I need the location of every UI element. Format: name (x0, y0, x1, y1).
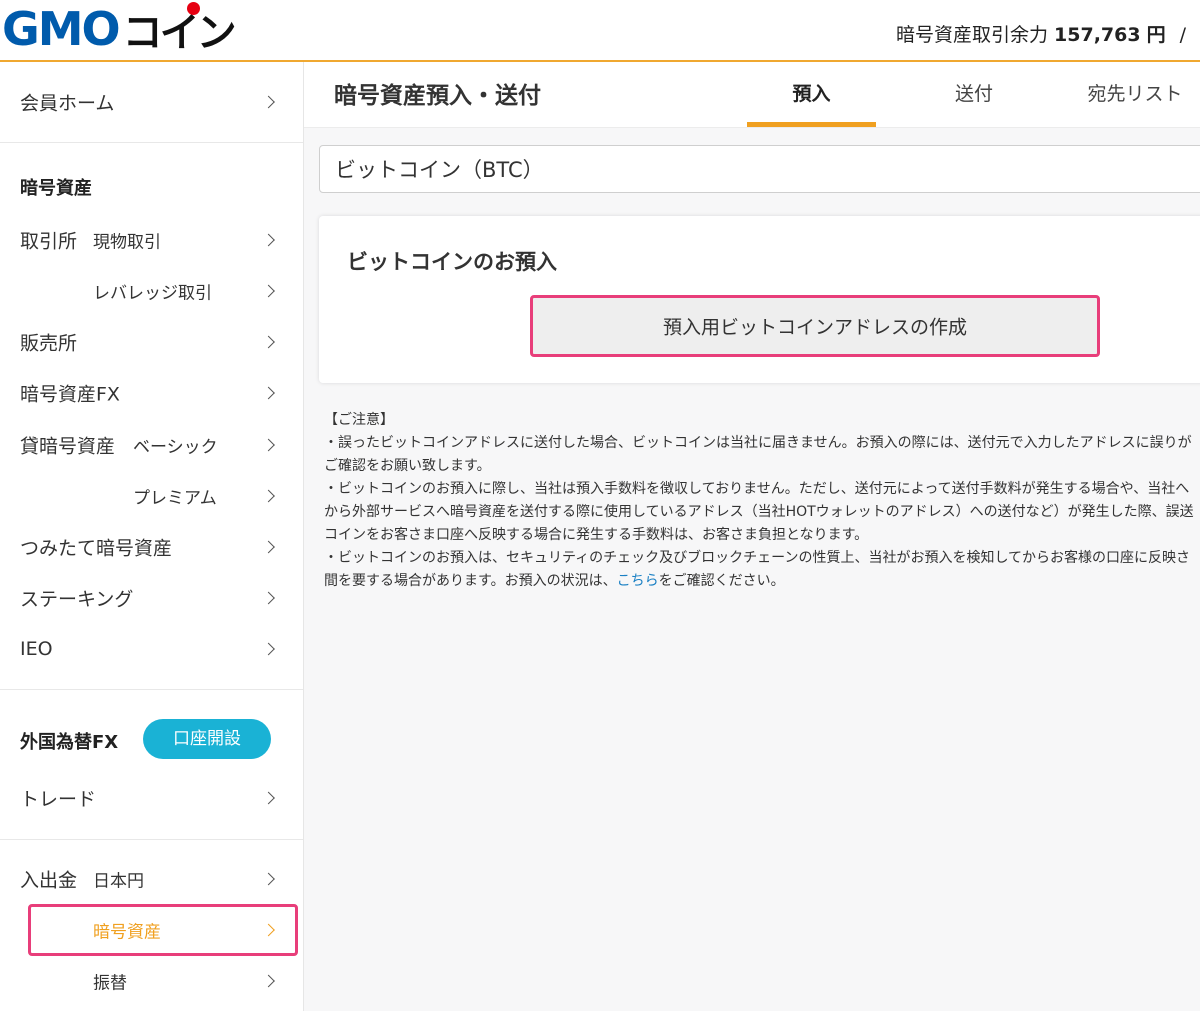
chevron-right-icon (262, 489, 275, 503)
sidebar-subitem-label: 現物取引 (93, 232, 161, 253)
sidebar-item-sales-office[interactable]: 販売所 (0, 319, 303, 365)
sidebar-item-label: 会員ホーム (20, 92, 115, 115)
notice-line: ・誤ったビットコインアドレスに送付した場合、ビットコインは当社に届きません。お預… (324, 435, 1192, 451)
deposit-status-link[interactable]: こちら (617, 573, 659, 589)
logo-red-dot-icon (186, 2, 200, 15)
chevron-right-icon (262, 438, 275, 452)
notice-line: ・ビットコインのお預入に際し、当社は預入手数料を徴収しておりません。ただし、送付… (324, 481, 1190, 497)
notice-line: から外部サービスへ暗号資産を送付する際に使用しているアドレス（当社HOTウォレッ… (324, 504, 1194, 520)
logo-coin-label: コイン (122, 10, 237, 56)
chevron-right-icon (262, 642, 275, 656)
coin-select-dropdown[interactable]: ビットコイン（BTC） (319, 145, 1200, 193)
create-deposit-address-label: 預入用ビットコインアドレスの作成 (662, 316, 967, 339)
create-deposit-address-button[interactable]: 預入用ビットコインアドレスの作成 (530, 295, 1100, 357)
section-title-forex-fx: 外国為替FX (20, 732, 119, 753)
sidebar-item-exchange-spot[interactable]: 取引所 現物取引 (0, 217, 303, 263)
active-tab-indicator (747, 122, 876, 127)
notice-heading: 【ご注意】 (324, 412, 394, 428)
sidebar-item-staking[interactable]: ステーキング (0, 575, 303, 621)
balance-unit: 円 (1146, 24, 1166, 46)
sidebar-item-lending-basic[interactable]: 貸暗号資産 ベーシック (0, 422, 303, 468)
main-header: 暗号資産預入・送付 預入 送付 宛先リスト (304, 62, 1200, 128)
chevron-right-icon (262, 791, 275, 805)
sidebar-subitem-label: ベーシック (133, 437, 218, 458)
sidebar-item-crypto-fx[interactable]: 暗号資産FX (0, 370, 303, 416)
sidebar-item-tsumitate[interactable]: つみたて暗号資産 (0, 524, 303, 570)
sidebar-item-lending-premium[interactable]: プレミアム (0, 473, 303, 519)
sidebar-item-label: 取引所 (20, 230, 78, 253)
balance-label: 暗号資産取引余力 (896, 24, 1049, 46)
sidebar-item-trade[interactable]: トレード (0, 775, 303, 821)
chevron-right-icon (262, 335, 275, 349)
chevron-right-icon (262, 284, 275, 298)
open-account-button[interactable]: 口座開設 (143, 719, 271, 759)
chevron-right-icon (262, 95, 275, 109)
chevron-right-icon (262, 974, 275, 988)
sidebar-subitem-label: レバレッジ取引 (93, 283, 212, 304)
balance-amount: 157,763 (1054, 24, 1141, 46)
top-header: GMO コイン 暗号資産取引余力 157,763 円 / (0, 0, 1200, 62)
notice-line: 間を要する場合があります。お預入の状況は、こちらをご確認ください。 (324, 570, 1200, 593)
logo-coin-text: コイン (122, 0, 237, 58)
sidebar-subitem-label: プレミアム (133, 488, 217, 509)
tab-address-list[interactable]: 宛先リスト (1070, 62, 1200, 127)
notice-line: コインをお客さま口座へ反映する場合に発生する手数料は、お客さま負担となります。 (324, 527, 869, 543)
divider (0, 142, 303, 143)
sidebar-item-exchange-leverage[interactable]: レバレッジ取引 (0, 268, 303, 314)
notice-line: ご確認をお願い致します。 (324, 458, 491, 474)
section-title-crypto: 暗号資産 (20, 178, 92, 199)
notice-section: 【ご注意】 ・誤ったビットコインアドレスに送付した場合、ビットコインは当社に届き… (324, 409, 1200, 593)
notice-text: 間を要する場合があります。お預入の状況は、 (324, 573, 617, 589)
notice-line: ・ビットコインのお預入は、セキュリティのチェック及びブロックチェーンの性質上、当… (324, 550, 1191, 566)
sidebar-item-deposit-jpy[interactable]: 入出金 日本円 (0, 856, 303, 902)
divider (0, 839, 303, 840)
sidebar-item-deposit-crypto[interactable]: 暗号資産 (0, 907, 303, 953)
sidebar-item-label: 暗号資産FX (20, 383, 120, 406)
sidebar-item-label: IEO (20, 638, 53, 660)
divider (0, 689, 303, 690)
logo-gmo-text: GMO (2, 2, 121, 56)
tab-deposit[interactable]: 預入 (747, 62, 876, 127)
sidebar-item-label: 販売所 (20, 332, 78, 355)
tab-send[interactable]: 送付 (909, 62, 1039, 127)
sidebar: 会員ホーム 暗号資産 取引所 現物取引 レバレッジ取引 販売所 暗号資産FX 貸… (0, 62, 304, 1011)
sidebar-item-member-home[interactable]: 会員ホーム (0, 79, 303, 125)
trading-balance: 暗号資産取引余力 157,763 円 / (896, 20, 1186, 47)
chevron-right-icon (262, 591, 275, 605)
sidebar-item-transfer[interactable]: 振替 (0, 958, 303, 1004)
sidebar-subitem-label: 日本円 (93, 871, 144, 892)
sidebar-item-label: 貸暗号資産 (20, 435, 116, 458)
notice-text: をご確認ください。 (658, 573, 785, 589)
sidebar-item-label: つみたて暗号資産 (20, 537, 173, 560)
page-title: 暗号資産預入・送付 (334, 83, 541, 109)
deposit-card: ビットコインのお預入 預入用ビットコインアドレスの作成 (319, 216, 1200, 383)
chevron-right-icon (262, 923, 275, 937)
chevron-right-icon (262, 540, 275, 554)
sidebar-item-label: トレード (20, 788, 97, 811)
sidebar-subitem-label: 振替 (93, 973, 127, 994)
balance-separator: / (1179, 24, 1186, 46)
card-title: ビットコインのお預入 (347, 250, 557, 274)
sidebar-subitem-label: 暗号資産 (93, 922, 161, 943)
coin-select-value: ビットコイン（BTC） (335, 158, 544, 182)
chevron-right-icon (262, 872, 275, 886)
sidebar-item-label: ステーキング (20, 588, 134, 611)
gmo-coin-logo[interactable]: GMO コイン (2, 2, 237, 56)
sidebar-item-label: 入出金 (20, 869, 78, 892)
sidebar-item-ieo[interactable]: IEO (0, 626, 303, 672)
chevron-right-icon (262, 386, 275, 400)
chevron-right-icon (262, 233, 275, 247)
main-content: 暗号資産預入・送付 預入 送付 宛先リスト ビットコイン（BTC） ビットコイン… (304, 62, 1200, 1011)
